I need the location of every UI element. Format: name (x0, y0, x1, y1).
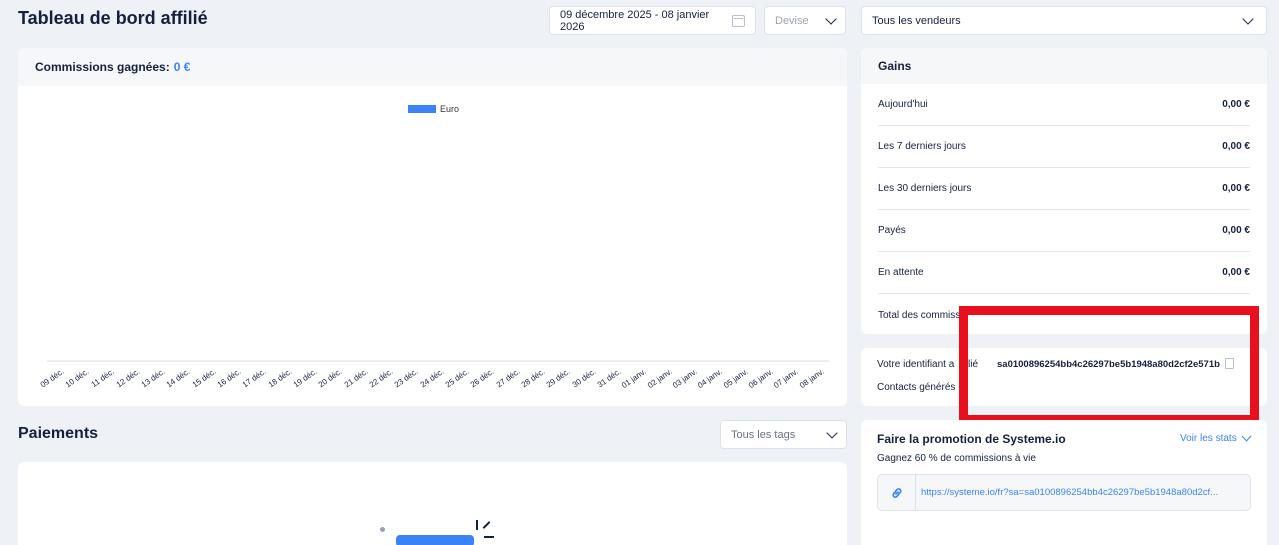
gains-card: Gains Aujourd'hui 0,00 € Les 7 derniers … (861, 48, 1267, 334)
gain-value: 0,00 € (1222, 225, 1250, 236)
gains-header: Gains (861, 48, 1267, 84)
commissions-chart: Euro (47, 104, 829, 362)
gain-row-pending: En attente 0,00 € (878, 252, 1250, 294)
link-icon (891, 487, 902, 498)
gain-label: En attente (878, 267, 924, 278)
promotion-card: Faire la promotion de Systeme.io Voir le… (861, 420, 1267, 545)
chevron-down-icon (1242, 12, 1254, 25)
gain-value: 0,00 € (1222, 183, 1250, 194)
contacts-label: Contacts générés (877, 382, 956, 393)
chevron-down-icon (826, 426, 838, 439)
gain-row-today: Aujourd'hui 0,00 € (878, 84, 1250, 126)
affiliate-link-url: https://systeme.io/fr?sa=sa0100896254bb4… (921, 487, 1219, 498)
payments-card (18, 462, 847, 545)
gain-label: Les 30 derniers jours (878, 183, 972, 194)
tags-placeholder: Tous les tags (731, 428, 796, 441)
gain-label: Les 7 derniers jours (878, 141, 966, 152)
link-icon-container (878, 475, 916, 510)
view-stats-link[interactable]: Voir les stats (1180, 431, 1252, 444)
gain-value: 0,00 € (1222, 99, 1250, 110)
affiliate-link-box[interactable]: https://systeme.io/fr?sa=sa0100896254bb4… (877, 474, 1251, 511)
legend-label-euro: Euro (440, 104, 459, 114)
gain-label: Aujourd'hui (878, 99, 928, 110)
chevron-down-icon (1241, 431, 1252, 442)
view-stats-label: Voir les stats (1180, 433, 1237, 444)
promotion-title: Faire la promotion de Systeme.io (877, 432, 1066, 446)
gain-value: 0,00 € (1222, 267, 1250, 278)
payments-title: Paiements (18, 425, 99, 442)
legend-swatch-euro (408, 105, 436, 113)
vendor-select-value: Tous les vendeurs (872, 14, 961, 27)
spark-line-3 (484, 536, 494, 538)
gains-title: Gains (878, 59, 912, 73)
gain-row-30-days: Les 30 derniers jours 0,00 € (878, 168, 1250, 210)
gain-row-paid: Payés 0,00 € (878, 210, 1250, 252)
affiliate-id-label: Votre identifiant a (877, 359, 955, 370)
card-illustration (396, 535, 474, 545)
tags-select[interactable]: Tous les tags (720, 420, 847, 449)
highlight-frame (959, 306, 1259, 424)
spark-line-2 (482, 521, 491, 529)
gain-label: Payés (878, 225, 906, 236)
spark-line-1 (476, 520, 478, 530)
gain-label: Total des commiss (878, 309, 961, 321)
gain-value: 0,00 € (1222, 141, 1250, 152)
promotion-subtitle: Gagnez 60 % de commissions à vie (877, 453, 1036, 464)
gain-row-7-days: Les 7 derniers jours 0,00 € (878, 126, 1250, 168)
dot-decoration (380, 527, 385, 532)
empty-state-illustration (378, 520, 518, 545)
vendor-select[interactable]: Tous les vendeurs (861, 6, 1267, 35)
